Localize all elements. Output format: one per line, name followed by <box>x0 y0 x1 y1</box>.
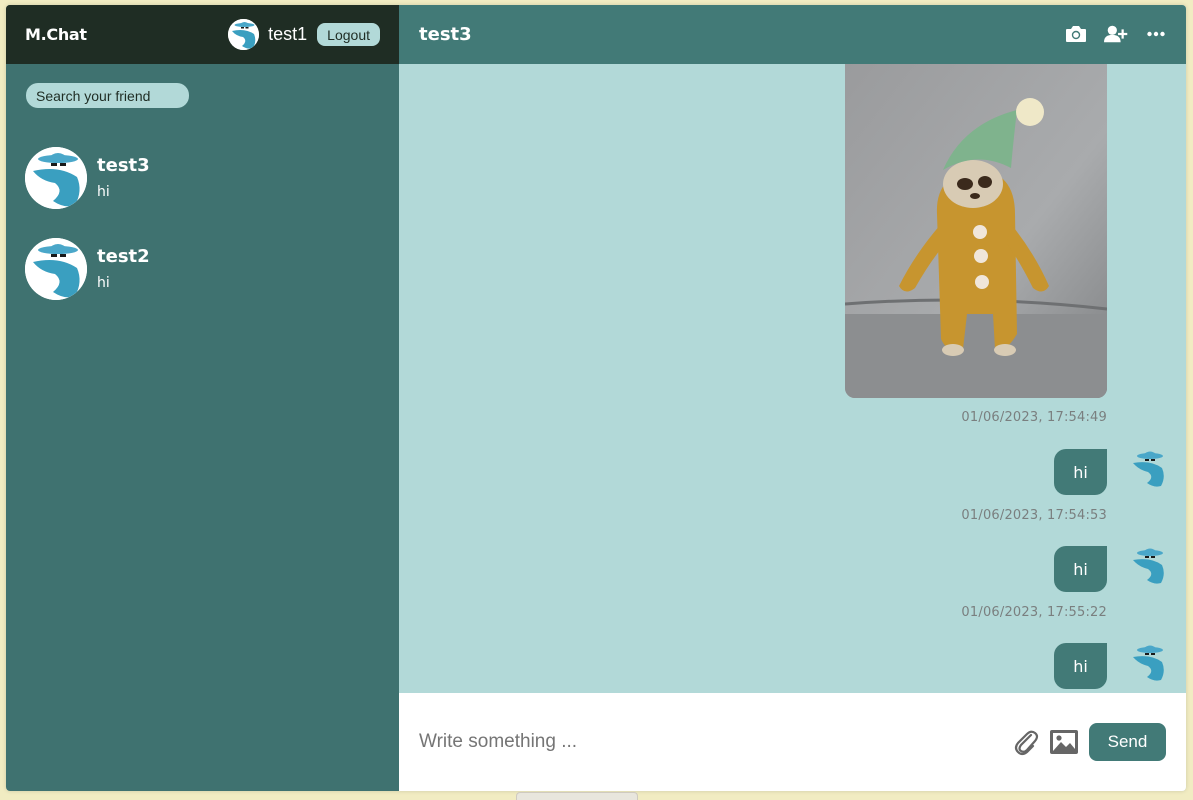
message-list: 01/06/2023, 17:54:49 hi 01/06/2023, 17:5… <box>399 64 1186 693</box>
message-avatar <box>1129 545 1167 585</box>
chat-item-test2[interactable]: test2 hi <box>6 223 399 314</box>
chat-last-message: hi <box>97 184 110 200</box>
message-bubble: hi <box>1054 643 1107 689</box>
chat-name: test2 <box>97 246 150 267</box>
sidebar: M.Chat test1 Logout Search your friend t… <box>6 5 399 791</box>
message-composer: Send <box>399 693 1186 791</box>
camera-icon[interactable] <box>1064 23 1088 45</box>
send-button[interactable]: Send <box>1089 723 1166 761</box>
chat-last-message: hi <box>97 275 110 291</box>
message-timestamp: 01/06/2023, 17:54:49 <box>961 410 1107 425</box>
logout-button[interactable]: Logout <box>317 23 380 46</box>
current-user-name: test1 <box>268 24 308 44</box>
chat-name: test3 <box>97 155 150 176</box>
chat-title: test3 <box>419 24 472 45</box>
message-bubble: hi <box>1054 449 1107 495</box>
message-input[interactable] <box>419 731 1003 753</box>
message-timestamp: 01/06/2023, 17:55:22 <box>961 605 1107 620</box>
message-image[interactable] <box>845 64 1107 398</box>
chat-item-test3[interactable]: test3 hi <box>6 132 399 223</box>
current-user: test1 Logout <box>228 19 380 50</box>
message-avatar <box>1129 642 1167 682</box>
add-user-icon[interactable] <box>1104 23 1128 45</box>
more-icon[interactable] <box>1144 23 1168 45</box>
current-user-avatar <box>228 19 260 50</box>
search-input[interactable]: Search your friend <box>26 83 189 108</box>
chat-panel: test3 01/06/2023, 17:54:49 hi 01/06/2023… <box>399 5 1186 791</box>
message-avatar <box>1129 448 1167 488</box>
image-icon[interactable] <box>1049 727 1079 757</box>
chat-header: test3 <box>399 5 1186 64</box>
attach-icon[interactable] <box>1011 727 1041 757</box>
message-timestamp: 01/06/2023, 17:54:53 <box>961 508 1107 523</box>
avatar <box>25 237 87 300</box>
chat-list: test3 hi test2 hi <box>6 132 399 314</box>
window-tab-handle <box>516 792 638 800</box>
avatar <box>25 146 87 209</box>
app-logo: M.Chat <box>25 25 87 44</box>
message-bubble: hi <box>1054 546 1107 592</box>
sidebar-header: M.Chat test1 Logout <box>6 5 399 64</box>
chat-app: M.Chat test1 Logout Search your friend t… <box>6 5 1186 791</box>
